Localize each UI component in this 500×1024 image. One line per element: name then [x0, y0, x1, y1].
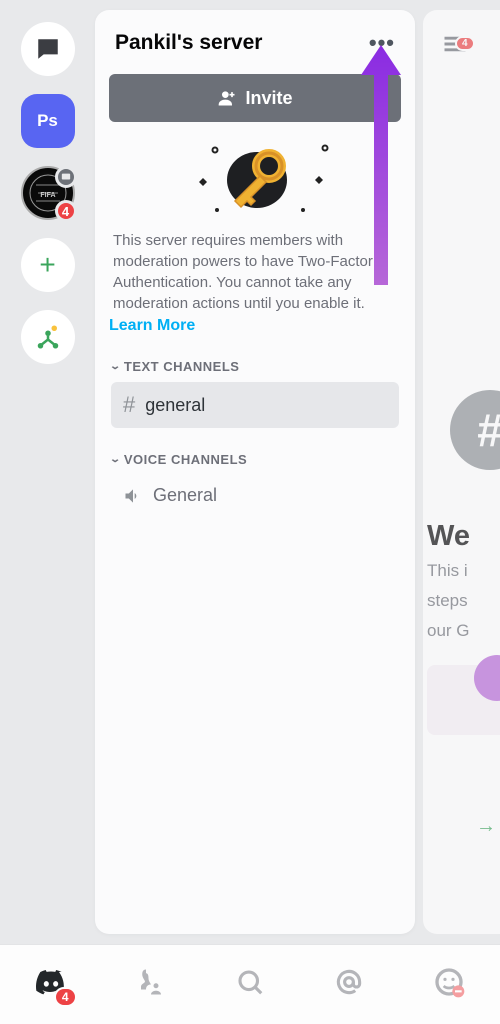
ellipsis-icon: ••• [369, 30, 395, 55]
welcome-line2: steps [427, 589, 500, 613]
speaker-icon [123, 486, 143, 506]
chevron-down-icon: ⌄ [109, 361, 121, 372]
invite-button[interactable]: Invite [109, 74, 401, 122]
category-label: VOICE CHANNELS [124, 452, 247, 467]
text-channels-category[interactable]: ⌄ TEXT CHANNELS [111, 359, 399, 374]
svg-text:FIFA: FIFA [40, 192, 55, 199]
server-fifa[interactable]: FIFA 4 [21, 166, 75, 220]
tab-home[interactable]: 4 [35, 966, 67, 1003]
bottom-tab-bar: 4 [0, 944, 500, 1024]
notification-badge: 4 [55, 200, 77, 222]
next-arrow-icon: → [476, 815, 496, 838]
welcome-title: We [427, 520, 500, 553]
mfa-notice-text: This server requires members with modera… [109, 230, 401, 314]
learn-more-link[interactable]: Learn More [109, 317, 195, 335]
tab-home-badge: 4 [54, 987, 77, 1007]
content-peek: 4 # We This i steps our G → [423, 10, 500, 934]
server-pankils[interactable]: Ps [21, 94, 75, 148]
welcome-line3: our G [427, 619, 500, 643]
tab-profile[interactable] [433, 966, 465, 1003]
channel-general-voice[interactable]: General [111, 475, 399, 516]
invite-label: Invite [245, 88, 292, 109]
search-icon [235, 967, 265, 997]
tab-mentions[interactable] [334, 967, 364, 1002]
channel-name: General [153, 485, 217, 506]
hub-icon [33, 322, 63, 352]
tab-search[interactable] [235, 967, 265, 1002]
user-plus-icon [217, 88, 237, 108]
channel-panel: Pankil's server ••• Invite Thi [95, 10, 415, 934]
plus-icon: + [39, 249, 55, 281]
speech-bubble-icon [35, 36, 61, 62]
channel-hash-icon: # [450, 390, 500, 470]
welcome-line1: This i [427, 559, 500, 583]
channel-name: general [145, 395, 205, 416]
server-rail: Ps FIFA 4 + [0, 0, 95, 944]
emoji-status-icon [433, 966, 465, 998]
server-menu-button[interactable]: ••• [369, 30, 395, 56]
mfa-illustration [109, 138, 401, 218]
direct-messages-button[interactable] [21, 22, 75, 76]
server-discovery-button[interactable] [21, 310, 75, 364]
category-label: TEXT CHANNELS [124, 359, 240, 374]
onboarding-card[interactable] [427, 665, 500, 735]
server-initials: Ps [37, 111, 58, 131]
at-icon [334, 967, 364, 997]
add-server-button[interactable]: + [21, 238, 75, 292]
menu-button[interactable]: 4 [441, 30, 469, 63]
server-title: Pankil's server [115, 31, 262, 55]
tab-friends[interactable] [136, 967, 166, 1002]
phone-person-icon [136, 967, 166, 997]
hash-icon: # [123, 392, 135, 418]
wave-icon [474, 655, 500, 701]
screen-icon [55, 166, 77, 188]
voice-channels-category[interactable]: ⌄ VOICE CHANNELS [111, 452, 399, 467]
channel-general-text[interactable]: # general [111, 382, 399, 428]
chevron-down-icon: ⌄ [109, 454, 121, 465]
menu-badge: 4 [455, 36, 475, 51]
